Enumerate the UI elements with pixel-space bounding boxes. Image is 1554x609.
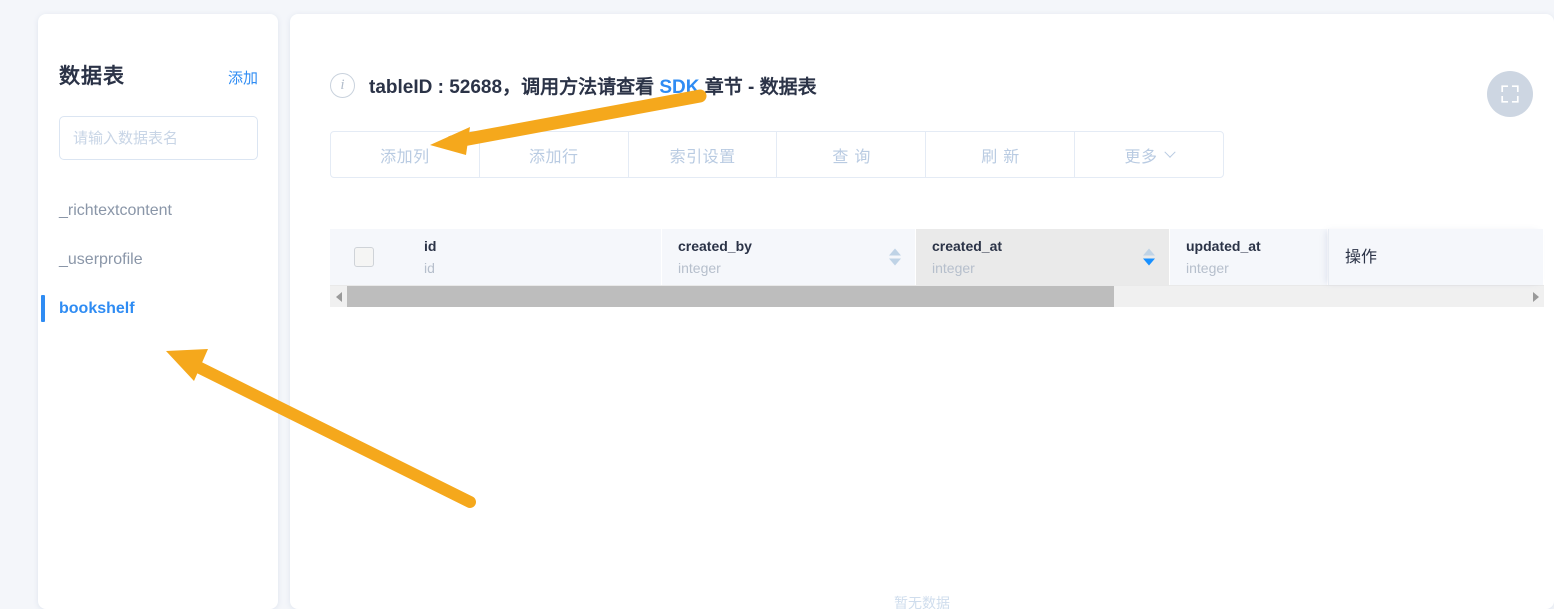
query-label: 查询 [832, 148, 877, 166]
column-type: id [424, 259, 435, 276]
sidebar-item-label: _userprofile [59, 251, 143, 268]
main-header: i tableID : 52688，调用方法请查看 SDK 章节 - 数据表 [290, 14, 1554, 99]
page-title: tableID : 52688，调用方法请查看 SDK 章节 - 数据表 [369, 72, 817, 99]
select-all-checkbox[interactable] [354, 247, 374, 267]
more-button[interactable]: 更多 [1075, 132, 1223, 177]
column-name: id [424, 237, 437, 254]
column-header-created-by[interactable]: created_by integer [662, 229, 916, 285]
table-list: _richtextcontent _userprofile bookshelf [38, 186, 278, 333]
column-header-created-at[interactable]: created_at integer [916, 229, 1170, 285]
column-header-id[interactable]: id id [408, 229, 662, 285]
scrollbar-thumb[interactable] [347, 286, 1114, 307]
sidebar-item-userprofile[interactable]: _userprofile [38, 235, 278, 284]
column-header-action: 操作 [1328, 229, 1544, 285]
column-header-updated-at[interactable]: updated_at integer [1170, 229, 1328, 285]
sort-asc-icon[interactable] [889, 248, 901, 256]
table-header-row: id id created_by integer created_at inte… [330, 229, 1544, 285]
add-row-button[interactable]: 添加行 [480, 132, 629, 177]
add-column-label: 添加列 [380, 148, 430, 166]
sort-control[interactable] [889, 248, 901, 266]
add-row-label: 添加行 [528, 148, 579, 166]
index-settings-label: 索引设置 [669, 148, 736, 166]
refresh-label: 刷新 [981, 148, 1026, 166]
column-type: integer [678, 259, 721, 276]
app-root: 数据表 添加 _richtextcontent _userprofile boo… [0, 0, 1554, 609]
add-table-button[interactable]: 添加 [228, 67, 258, 88]
query-button[interactable]: 查询 [777, 132, 927, 177]
column-name: updated_at [1186, 237, 1261, 254]
column-type: integer [1186, 259, 1229, 276]
column-type: integer [932, 259, 975, 276]
data-table: id id created_by integer created_at inte… [330, 229, 1544, 307]
sort-desc-icon[interactable] [1143, 258, 1155, 266]
sidebar-item-bookshelf[interactable]: bookshelf [38, 284, 278, 333]
column-name: created_at [932, 237, 1003, 254]
sdk-link[interactable]: SDK [659, 77, 699, 98]
add-column-button[interactable]: 添加列 [331, 132, 480, 177]
table-toolbar: 添加列 添加行 索引设置 查询 刷新 更多 [330, 131, 1224, 178]
more-label: 更多 [1124, 148, 1158, 166]
sort-control[interactable] [1143, 248, 1155, 266]
search-input[interactable] [59, 116, 258, 160]
info-circle-icon: i [330, 72, 355, 98]
sidebar-item-label: _richtextcontent [59, 202, 172, 219]
sort-asc-icon[interactable] [1143, 248, 1155, 256]
sidebar-item-label: bookshelf [59, 300, 135, 317]
scrollbar-track[interactable] [347, 286, 1527, 307]
page-title-prefix: tableID : 52688，调用方法请查看 [369, 76, 660, 98]
scroll-right-arrow[interactable] [1527, 286, 1544, 307]
horizontal-scrollbar[interactable] [330, 285, 1544, 307]
main-panel: i tableID : 52688，调用方法请查看 SDK 章节 - 数据表 添… [290, 14, 1554, 609]
scroll-left-arrow[interactable] [330, 286, 347, 307]
sidebar-search-wrap [38, 90, 278, 160]
index-settings-button[interactable]: 索引设置 [629, 132, 778, 177]
sidebar-item-richtextcontent[interactable]: _richtextcontent [38, 186, 278, 235]
sort-desc-icon[interactable] [889, 258, 901, 266]
column-name: 操作 [1345, 248, 1378, 266]
sidebar-header: 数据表 添加 [38, 14, 278, 90]
sidebar-panel: 数据表 添加 _richtextcontent _userprofile boo… [38, 14, 278, 609]
fullscreen-icon[interactable] [1487, 71, 1533, 117]
page-title-suffix: 章节 - 数据表 [699, 76, 817, 98]
refresh-button[interactable]: 刷新 [926, 132, 1076, 177]
select-all-cell [330, 229, 408, 285]
chevron-down-icon [1163, 146, 1176, 158]
sidebar-title: 数据表 [59, 65, 125, 88]
column-name: created_by [678, 237, 752, 254]
empty-state-text: 暂无数据 [894, 595, 950, 609]
